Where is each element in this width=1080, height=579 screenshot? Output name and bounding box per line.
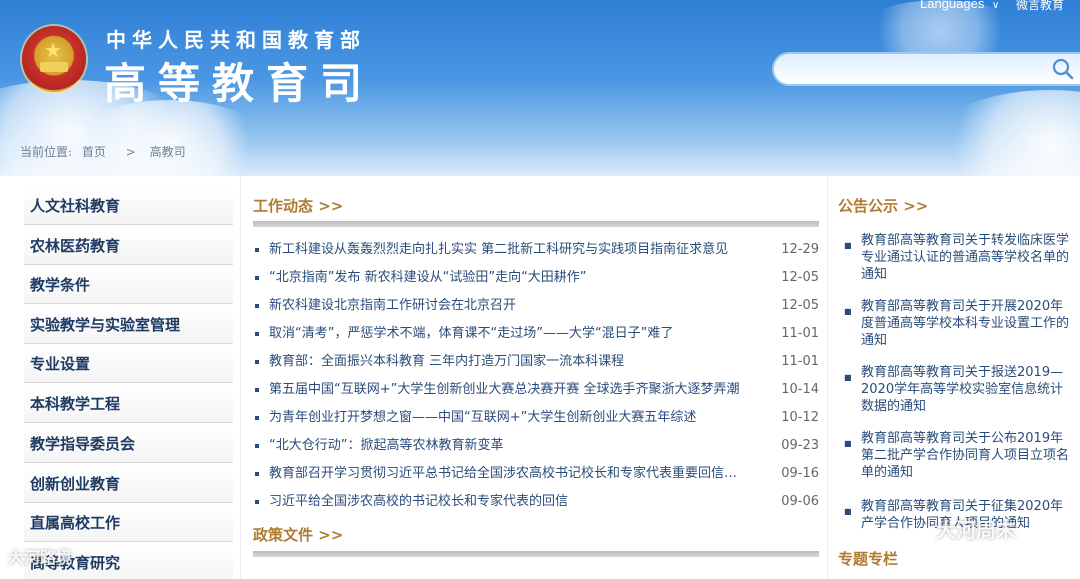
sidebar-item-lab-teaching[interactable]: 实验教学与实验室管理 [24, 307, 233, 344]
sidebar-item-innovation-entrepreneurship[interactable]: 创新创业教育 [24, 466, 233, 503]
bullet-icon: ■ [844, 507, 852, 516]
bullet-icon [255, 276, 259, 280]
news-title[interactable]: 第五届中国“互联网+”大学生创新创业大赛总决赛开赛 全球选手齐聚浙大逐梦弄潮 [269, 376, 749, 404]
notice-item[interactable]: ■ 教育部高等教育司关于转发临床医学专业通过认证的普通高等学校名单的通知 [844, 232, 1076, 283]
bullet-icon: ■ [844, 373, 852, 382]
languages-menu[interactable]: Languages ∨ [920, 0, 999, 11]
news-title[interactable]: 为青年创业打开梦想之窗——中国“互联网+”大学生创新创业大赛五年综述 [269, 404, 749, 432]
section-divider [253, 221, 819, 227]
main-content: 工作动态 >> 新工科建设从轰轰烈烈走向扎扎实实 第二批新工科研究与实践项目指南… [240, 176, 828, 579]
bullet-icon [255, 416, 259, 420]
bullet-icon [255, 500, 259, 504]
watermark-right: 大河周末 [936, 518, 1016, 542]
news-title[interactable]: 教育部：全面振兴本科教育 三年内打造万门国家一流本科课程 [269, 348, 749, 376]
notice-text[interactable]: 教育部高等教育司关于报送2019—2020学年高等学校实验室信息统计数据的通知 [844, 364, 1076, 415]
news-date: 09-06 [781, 494, 819, 509]
sidebar-item-undergrad-project[interactable]: 本科教学工程 [24, 386, 233, 423]
news-item[interactable]: “北大仓行动”：掀起高等农林教育新变革 09-23 [255, 432, 819, 460]
breadcrumb-separator: > [125, 145, 136, 159]
breadcrumb-current[interactable]: 高教司 [150, 145, 186, 159]
news-item[interactable]: 新工科建设从轰轰烈烈走向扎扎实实 第二批新工科研究与实践项目指南征求意见 12-… [255, 236, 819, 264]
news-item[interactable]: “北京指南”发布 新农科建设从“试验田”走向“大田耕作” 12-05 [255, 264, 819, 292]
notice-text[interactable]: 教育部高等教育司关于开展2020年度普通高等学校本科专业设置工作的通知 [844, 298, 1076, 349]
notice-text[interactable]: 教育部高等教育司关于转发临床医学专业通过认证的普通高等学校名单的通知 [844, 232, 1076, 283]
news-title[interactable]: “北京指南”发布 新农科建设从“试验田”走向“大田耕作” [269, 264, 749, 292]
bullet-icon [255, 444, 259, 448]
news-date: 10-12 [781, 410, 819, 425]
sidebar-item-agri-forestry-medicine[interactable]: 农林医药教育 [24, 228, 233, 265]
news-title[interactable]: 取消“清考”，严惩学术不端，体育课不“走过场”——大学“混日子”难了 [269, 320, 749, 348]
news-date: 11-01 [781, 326, 819, 341]
news-item[interactable]: 第五届中国“互联网+”大学生创新创业大赛总决赛开赛 全球选手齐聚浙大逐梦弄潮 1… [255, 376, 819, 404]
sidebar: 人文社科教育 农林医药教育 教学条件 实验教学与实验室管理 专业设置 本科教学工… [18, 176, 240, 579]
search-icon[interactable] [1050, 56, 1076, 82]
news-item[interactable]: 为青年创业打开梦想之窗——中国“互联网+”大学生创新创业大赛五年综述 10-12 [255, 404, 819, 432]
site-header: ★ 中华人民共和国教育部 高等教育司 Languages ∨ 微言教育 当前位置… [0, 0, 1080, 176]
news-item[interactable]: 习近平给全国涉农高校的书记校长和专家代表的回信 09-06 [255, 488, 819, 516]
notice-item[interactable]: ■ 教育部高等教育司关于报送2019—2020学年高等学校实验室信息统计数据的通… [844, 364, 1076, 415]
watermark-left: 大河路境 [8, 548, 73, 567]
search-input[interactable] [772, 52, 1080, 86]
bullet-icon [255, 472, 259, 476]
news-item[interactable]: 取消“清考”，严惩学术不端，体育课不“走过场”——大学“混日子”难了 11-01 [255, 320, 819, 348]
breadcrumb: 当前位置: 首页 > 高教司 [20, 143, 192, 160]
news-title[interactable]: 习近平给全国涉农高校的书记校长和专家代表的回信 [269, 488, 749, 516]
bullet-icon: ■ [844, 439, 852, 448]
weibo-link[interactable]: 微言教育 [1016, 0, 1064, 13]
news-date: 11-01 [781, 354, 819, 369]
national-emblem-icon[interactable]: ★ [22, 26, 86, 92]
sidebar-item-affiliated-universities[interactable]: 直属高校工作 [24, 505, 233, 542]
notices-title[interactable]: 公告公示 >> [838, 195, 928, 216]
sidebar-item-major-setup[interactable]: 专业设置 [24, 346, 233, 383]
bullet-icon [255, 304, 259, 308]
bullet-icon [255, 332, 259, 336]
news-date: 12-29 [781, 242, 819, 257]
notice-item[interactable]: ■ 教育部高等教育司关于开展2020年度普通高等学校本科专业设置工作的通知 [844, 298, 1076, 349]
languages-label: Languages [920, 0, 985, 11]
breadcrumb-home[interactable]: 首页 [82, 145, 106, 159]
sidebar-item-humanities[interactable]: 人文社科教育 [24, 188, 233, 225]
breadcrumb-prefix: 当前位置: [20, 145, 73, 159]
bullet-icon: ■ [844, 241, 852, 250]
notice-item[interactable]: ■ 教育部高等教育司关于公布2019年第二批产学合作协同育人项目立项名单的通知 [844, 430, 1076, 481]
news-date: 12-05 [781, 298, 819, 313]
bullet-icon [255, 248, 259, 252]
news-date: 10-14 [781, 382, 819, 397]
news-date: 12-05 [781, 270, 819, 285]
bullet-icon [255, 360, 259, 364]
news-title[interactable]: 新工科建设从轰轰烈烈走向扎扎实实 第二批新工科研究与实践项目指南征求意见 [269, 236, 749, 264]
sidebar-item-teaching-committee[interactable]: 教学指导委员会 [24, 426, 233, 463]
news-item[interactable]: 教育部：全面振兴本科教育 三年内打造万门国家一流本科课程 11-01 [255, 348, 819, 376]
bullet-icon [255, 388, 259, 392]
news-title[interactable]: “北大仓行动”：掀起高等农林教育新变革 [269, 432, 749, 460]
news-date: 09-16 [781, 466, 819, 481]
bullet-icon: ■ [844, 307, 852, 316]
policy-docs-title[interactable]: 政策文件 >> [253, 524, 343, 545]
department-name[interactable]: 高等教育司 [104, 50, 374, 111]
news-item[interactable]: 教育部召开学习贯彻习近平总书记给全国涉农高校书记校长和专家代表重要回信精... … [255, 460, 819, 488]
news-date: 09-23 [781, 438, 819, 453]
work-news-title[interactable]: 工作动态 >> [253, 195, 343, 216]
cloud-decoration [930, 90, 1080, 176]
section-divider [253, 551, 819, 557]
notice-text[interactable]: 教育部高等教育司关于公布2019年第二批产学合作协同育人项目立项名单的通知 [844, 430, 1076, 481]
news-title[interactable]: 教育部召开学习贯彻习近平总书记给全国涉农高校书记校长和专家代表重要回信精... [269, 460, 749, 488]
ministry-name[interactable]: 中华人民共和国教育部 [106, 24, 366, 53]
special-topics-title[interactable]: 专题专栏 [838, 548, 898, 569]
news-item[interactable]: 新农科建设北京指南工作研讨会在北京召开 12-05 [255, 292, 819, 320]
sidebar-item-teaching-conditions[interactable]: 教学条件 [24, 267, 233, 304]
chevron-down-icon: ∨ [991, 0, 1000, 11]
news-title[interactable]: 新农科建设北京指南工作研讨会在北京召开 [269, 292, 749, 320]
